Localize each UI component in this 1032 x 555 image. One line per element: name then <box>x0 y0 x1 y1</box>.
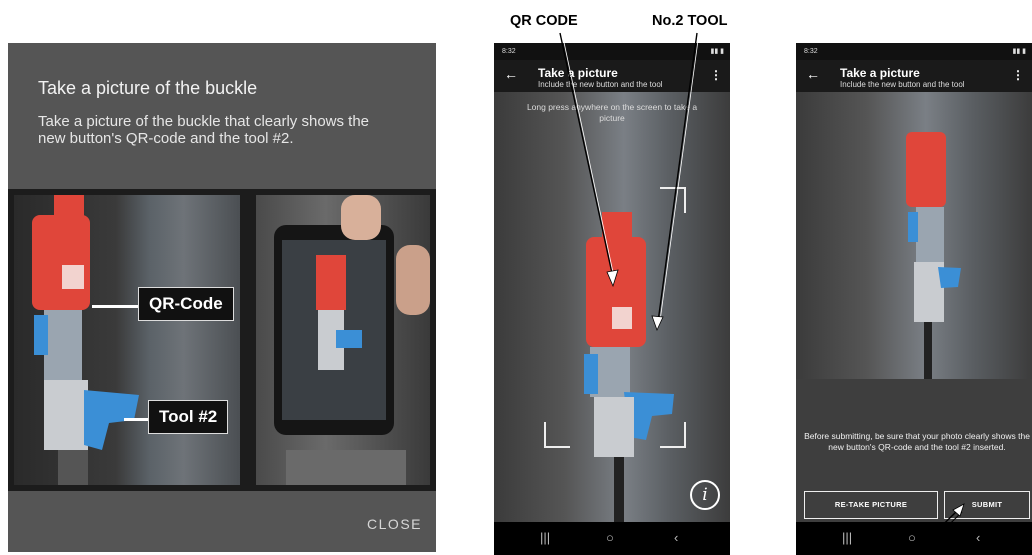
qr-code-callout: QR CODE <box>510 13 578 29</box>
phone-in-hand-illustration <box>274 195 430 485</box>
dialog-body: Take a picture of the buckle that clearl… <box>38 113 370 147</box>
close-button[interactable]: CLOSE <box>367 516 422 532</box>
submit-button[interactable]: SUBMIT <box>944 491 1030 519</box>
qr-code-tag: QR-Code <box>138 287 234 321</box>
screen-title: Take a picture <box>538 66 618 80</box>
instruction-dialog: Take a picture of the buckle Take a pict… <box>8 43 436 552</box>
buckle-illustration <box>32 195 139 485</box>
app-bar: ← Take a picture Include the new button … <box>494 60 730 92</box>
frame-corner-bottom-left <box>544 422 570 448</box>
info-icon[interactable]: i <box>690 480 720 510</box>
qr-code-leader-line <box>92 305 140 308</box>
home-icon[interactable]: ○ <box>606 530 614 545</box>
app-bar: ← Take a picture Include the new button … <box>796 60 1032 92</box>
submit-screen: 8:32 ▮▮ ▮ ← Take a picture Include the n… <box>796 43 1032 555</box>
android-nav-bar: ||| ○ ‹ <box>494 522 730 555</box>
nav-back-icon[interactable]: ‹ <box>674 530 678 545</box>
recents-icon[interactable]: ||| <box>842 530 852 545</box>
home-icon[interactable]: ○ <box>908 530 916 545</box>
signal-battery-icon: ▮▮ ▮ <box>1012 48 1026 55</box>
android-nav-bar: ||| ○ ‹ <box>796 522 1032 555</box>
capture-screen: 8:32 ▮▮ ▮ ← Take a picture Include the n… <box>494 43 730 555</box>
status-bar: 8:32 <box>796 43 1032 60</box>
kebab-menu-icon[interactable]: ⋮ <box>1012 68 1024 82</box>
submit-panel: Before submitting, be sure that your pho… <box>796 379 1032 522</box>
screen-subtitle: Include the new button and the tool <box>840 80 965 89</box>
status-bar: 8:32 <box>494 43 730 60</box>
recents-icon[interactable]: ||| <box>540 530 550 545</box>
kebab-menu-icon[interactable]: ⋮ <box>710 68 722 82</box>
signal-battery-icon: ▮▮ ▮ <box>710 48 724 55</box>
dialog-example-images: QR-Code Tool #2 <box>8 189 436 491</box>
tool-callout: No.2 TOOL <box>652 13 728 29</box>
screen-title: Take a picture <box>840 66 920 80</box>
retake-picture-button[interactable]: RE-TAKE PICTURE <box>804 491 938 519</box>
frame-corner-bottom-right <box>660 422 686 448</box>
tool-leader-line <box>124 418 150 421</box>
arrow-left-icon[interactable]: ← <box>806 66 820 82</box>
dialog-title: Take a picture of the buckle <box>38 78 258 98</box>
status-time: 8:32 <box>502 48 516 55</box>
tool-tag: Tool #2 <box>148 400 229 434</box>
frame-corner-top-right <box>660 187 686 213</box>
buckle-live-view <box>584 212 674 522</box>
camera-viewfinder[interactable]: Long press anywhere on the screen to tak… <box>494 92 730 522</box>
buckle-example-photo: QR-Code Tool #2 <box>14 195 240 485</box>
arrow-left-icon[interactable]: ← <box>504 66 518 82</box>
submit-message: Before submitting, be sure that your pho… <box>804 431 1030 452</box>
phone-in-hand-photo <box>256 195 430 485</box>
status-time: 8:32 <box>804 48 818 55</box>
screen-subtitle: Include the new button and the tool <box>538 80 663 89</box>
nav-back-icon[interactable]: ‹ <box>976 530 980 545</box>
screenshot-stage: Take a picture of the buckle Take a pict… <box>0 0 1032 555</box>
